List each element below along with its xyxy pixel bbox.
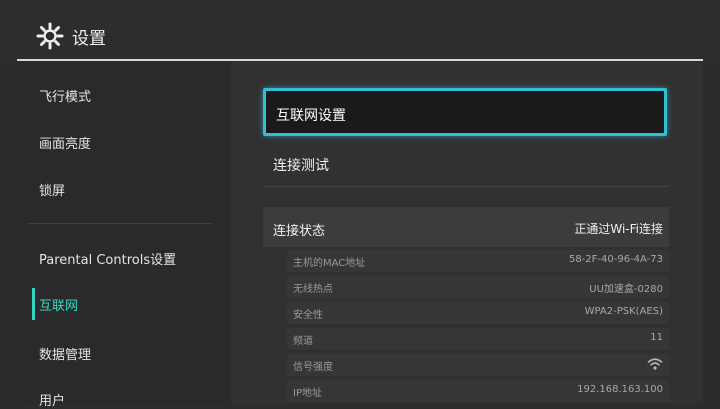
internet-settings-label: 互联网设置: [276, 108, 346, 124]
connection-status-header: 连接状态 正通过Wi-Fi连接: [263, 207, 669, 247]
info-row-ip: IP地址 192.168.163.100: [287, 380, 669, 403]
info-key: 频道: [293, 336, 313, 347]
connection-status-label: 连接状态: [273, 224, 326, 239]
info-value: UU加速盒-0280: [589, 284, 663, 295]
info-row-channel: 频道 11: [287, 328, 669, 351]
connection-test-button[interactable]: 连接测试: [273, 155, 329, 175]
connection-status-value: 正通过Wi-Fi连接: [574, 222, 663, 236]
sidebar-item-airplane-mode[interactable]: 飞行模式: [39, 86, 91, 105]
info-key: 安全性: [293, 310, 323, 321]
info-value: 11: [650, 332, 663, 343]
info-key: 无线热点: [293, 284, 333, 295]
sidebar-item-parental-controls[interactable]: Parental Controls设置: [39, 249, 176, 268]
sidebar-divider: [28, 223, 213, 224]
info-value: 58-2F-40-96-4A-73: [568, 254, 663, 265]
sidebar-item-data-management[interactable]: 数据管理: [39, 344, 91, 363]
sidebar-item-users[interactable]: 用户: [39, 390, 65, 409]
info-key: 主机的MAC地址: [293, 258, 366, 269]
sidebar-active-indicator: [32, 288, 35, 320]
menu-divider: [263, 186, 669, 187]
info-value: 192.168.163.100: [577, 384, 663, 395]
info-row-hotspot: 无线热点 UU加速盒-0280: [287, 276, 669, 299]
sidebar-item-screen-lock[interactable]: 锁屏: [39, 180, 65, 199]
info-key: 信号强度: [293, 362, 333, 373]
info-row-security: 安全性 WPA2-PSK(AES): [287, 302, 669, 325]
info-row-mac: 主机的MAC地址 58-2F-40-96-4A-73: [287, 250, 669, 273]
sidebar-item-internet[interactable]: 互联网: [39, 295, 78, 314]
header-bar: 设置: [0, 0, 720, 60]
wifi-signal-icon: [647, 358, 663, 370]
info-key: IP地址: [293, 388, 322, 399]
internet-settings-button[interactable]: 互联网设置: [263, 88, 667, 136]
info-row-signal: 信号强度: [287, 354, 669, 377]
gear-icon: [36, 22, 64, 50]
sidebar-item-brightness[interactable]: 画面亮度: [39, 133, 91, 152]
page-title: 设置: [72, 29, 106, 49]
info-value: WPA2-PSK(AES): [584, 306, 663, 317]
